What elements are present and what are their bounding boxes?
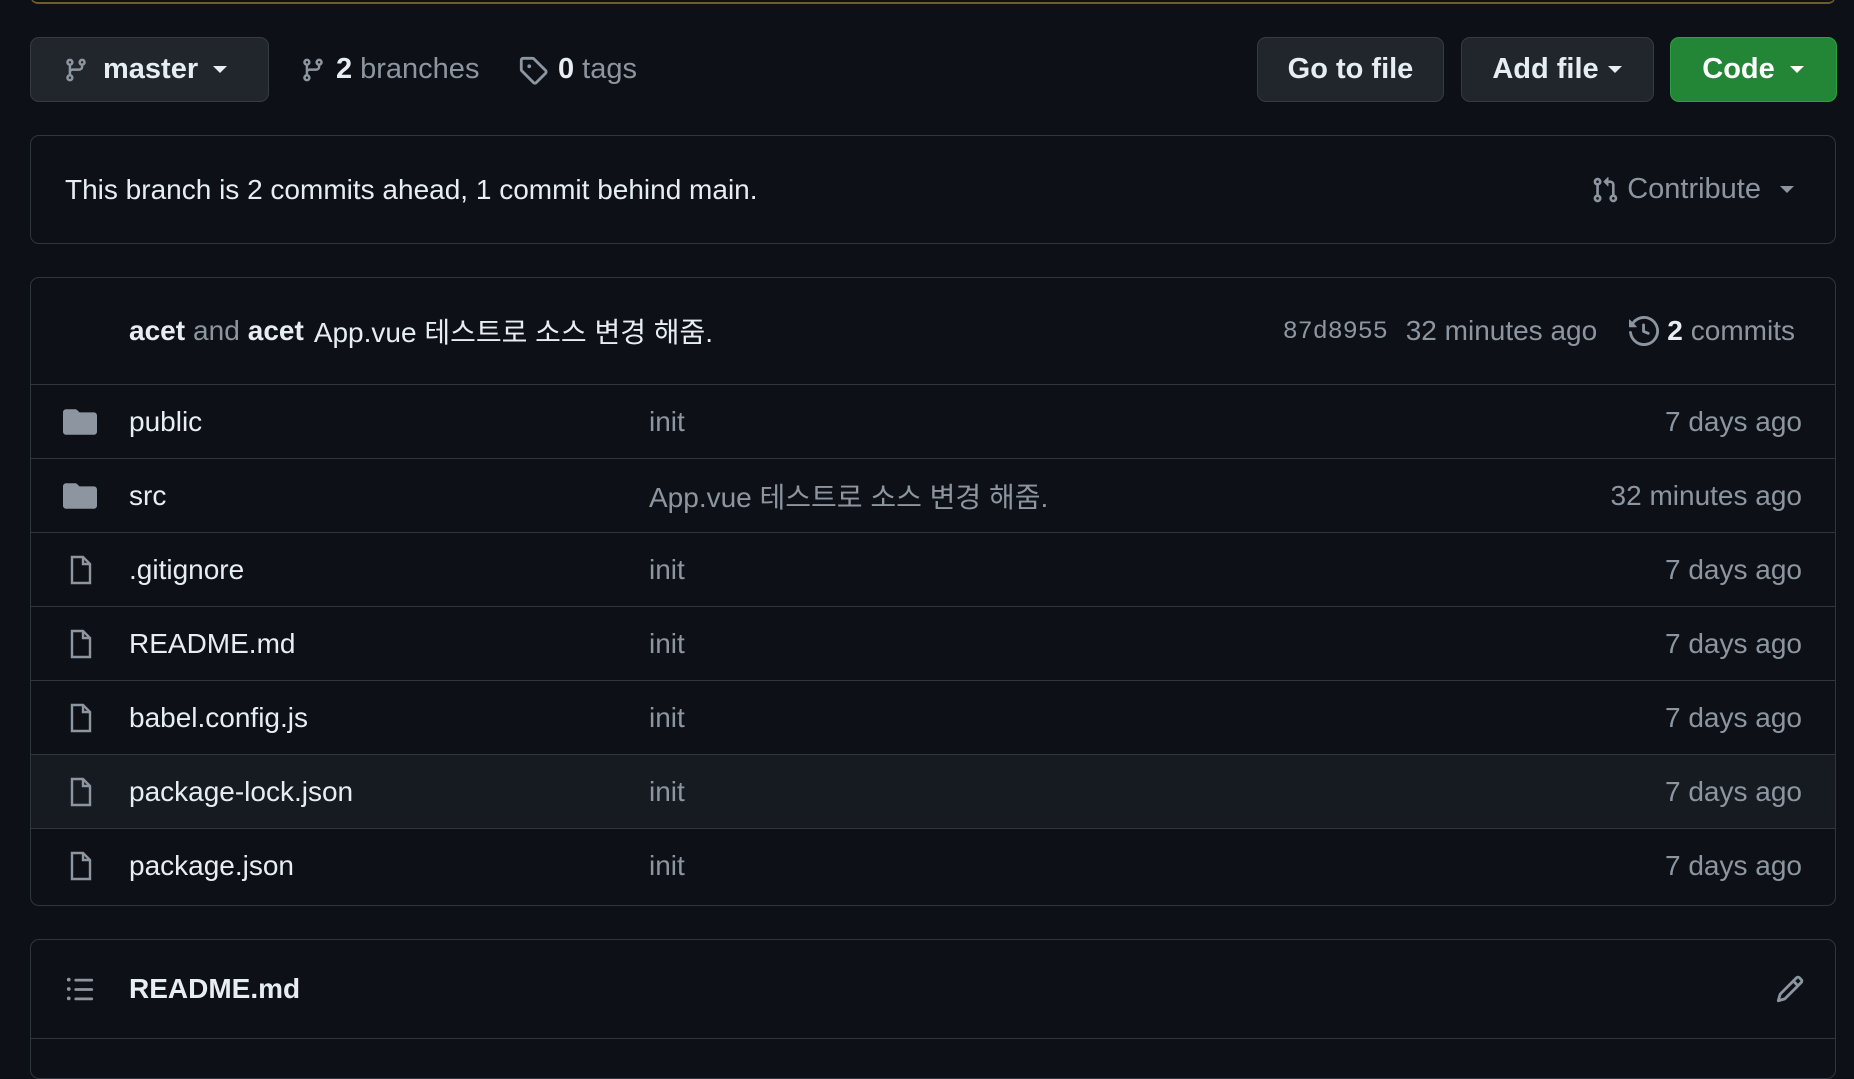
add-file-label: Add file [1492, 53, 1599, 85]
file-row-gitignore[interactable]: .gitignore init 7 days ago [31, 533, 1835, 607]
file-name[interactable]: package.json [129, 829, 294, 902]
list-unordered-icon [66, 977, 94, 1001]
git-branch-icon [66, 58, 86, 81]
file-name[interactable]: .gitignore [129, 533, 244, 606]
file-time: 7 days ago [1665, 849, 1802, 881]
branch-status-message: This branch is 2 commits ahead, 1 commit… [65, 173, 758, 205]
contribute-label: Contribute [1627, 173, 1761, 205]
commit-sha[interactable]: 87d8955 [1283, 317, 1388, 346]
repo-toolbar: master 2 branches 0 tags Go to file Add … [30, 37, 1837, 102]
branch-status-box: This branch is 2 commits ahead, 1 commit… [30, 135, 1836, 244]
file-row-public[interactable]: public init 7 days ago [31, 385, 1835, 459]
folder-icon [63, 408, 97, 435]
file-commit-message[interactable]: init [649, 533, 685, 606]
commits-count: 2 [1667, 315, 1683, 346]
outline-toggle[interactable] [65, 940, 95, 1038]
readme-header: README.md [31, 940, 1835, 1039]
tags-label: tags [582, 53, 637, 85]
git-branch-icon [303, 58, 323, 81]
file-time: 7 days ago [1665, 553, 1802, 585]
folder-icon [63, 482, 97, 509]
file-name[interactable]: src [129, 459, 166, 532]
file-commit-message[interactable]: init [649, 755, 685, 828]
readme-title[interactable]: README.md [129, 940, 300, 1038]
file-row-readme[interactable]: README.md init 7 days ago [31, 607, 1835, 681]
branch-select-button[interactable]: master [30, 37, 269, 102]
file-row-src[interactable]: src App.vue 테스트로 소스 변경 해줌. 32 minutes ag… [31, 459, 1835, 533]
latest-commit-bar: acet and acet App.vue 테스트로 소스 변경 해줌. 87d… [31, 278, 1835, 385]
file-commit-message[interactable]: init [649, 681, 685, 754]
file-commit-message[interactable]: init [649, 385, 685, 458]
file-name[interactable]: public [129, 385, 202, 458]
file-row-package-json[interactable]: package.json init 7 days ago [31, 829, 1835, 903]
file-time: 7 days ago [1665, 775, 1802, 807]
file-commit-message[interactable]: init [649, 829, 685, 902]
branch-name: master [103, 53, 199, 85]
go-to-file-label: Go to file [1287, 53, 1414, 85]
add-file-button[interactable]: Add file [1461, 37, 1654, 102]
edit-readme-button[interactable] [1775, 940, 1805, 1038]
branches-link[interactable]: 2 branches [300, 37, 479, 102]
file-commit-message[interactable]: App.vue 테스트로 소스 변경 해줌. [649, 459, 1048, 532]
file-name[interactable]: package-lock.json [129, 755, 353, 828]
top-border-accent [30, 0, 1836, 4]
caret-down-icon [1607, 65, 1622, 73]
tag-icon [519, 56, 548, 85]
git-pull-request-icon [1593, 176, 1618, 202]
code-label: Code [1702, 53, 1775, 85]
commits-label: commits [1690, 315, 1795, 346]
file-commit-message[interactable]: init [649, 607, 685, 680]
file-row-babel-config[interactable]: babel.config.js init 7 days ago [31, 681, 1835, 755]
readme-panel: README.md [30, 939, 1836, 1079]
commits-history-link[interactable]: 2 commits [1629, 315, 1795, 347]
file-row-package-lock[interactable]: package-lock.json init 7 days ago [31, 755, 1835, 829]
file-icon [70, 777, 92, 806]
caret-down-icon [1780, 185, 1794, 193]
branches-count: 2 [336, 53, 353, 85]
commit-coauthor[interactable]: acet [248, 315, 304, 347]
tags-link[interactable]: 0 tags [518, 37, 637, 102]
go-to-file-button[interactable]: Go to file [1257, 37, 1444, 102]
commit-author[interactable]: acet [129, 315, 185, 347]
pencil-icon [1776, 975, 1804, 1003]
file-icon [70, 851, 92, 880]
file-time: 32 minutes ago [1610, 479, 1802, 511]
file-time: 7 days ago [1665, 701, 1802, 733]
history-icon [1629, 316, 1660, 346]
code-button[interactable]: Code [1670, 37, 1837, 102]
caret-down-icon [213, 65, 228, 73]
file-icon [70, 703, 92, 732]
tags-count: 0 [558, 53, 575, 85]
file-time: 7 days ago [1665, 405, 1802, 437]
commit-message[interactable]: App.vue 테스트로 소스 변경 해줌. [314, 311, 713, 351]
file-icon [70, 629, 92, 658]
commit-time: 32 minutes ago [1405, 315, 1598, 346]
file-icon [70, 555, 92, 584]
file-time: 7 days ago [1665, 627, 1802, 659]
contribute-button[interactable]: Contribute [1591, 136, 1795, 243]
branches-label: branches [360, 53, 480, 85]
file-name[interactable]: babel.config.js [129, 681, 308, 754]
file-browser: acet and acet App.vue 테스트로 소스 변경 해줌. 87d… [30, 277, 1836, 906]
caret-down-icon [1789, 65, 1804, 73]
commit-and-text: and [193, 315, 240, 346]
file-name[interactable]: README.md [129, 607, 295, 680]
